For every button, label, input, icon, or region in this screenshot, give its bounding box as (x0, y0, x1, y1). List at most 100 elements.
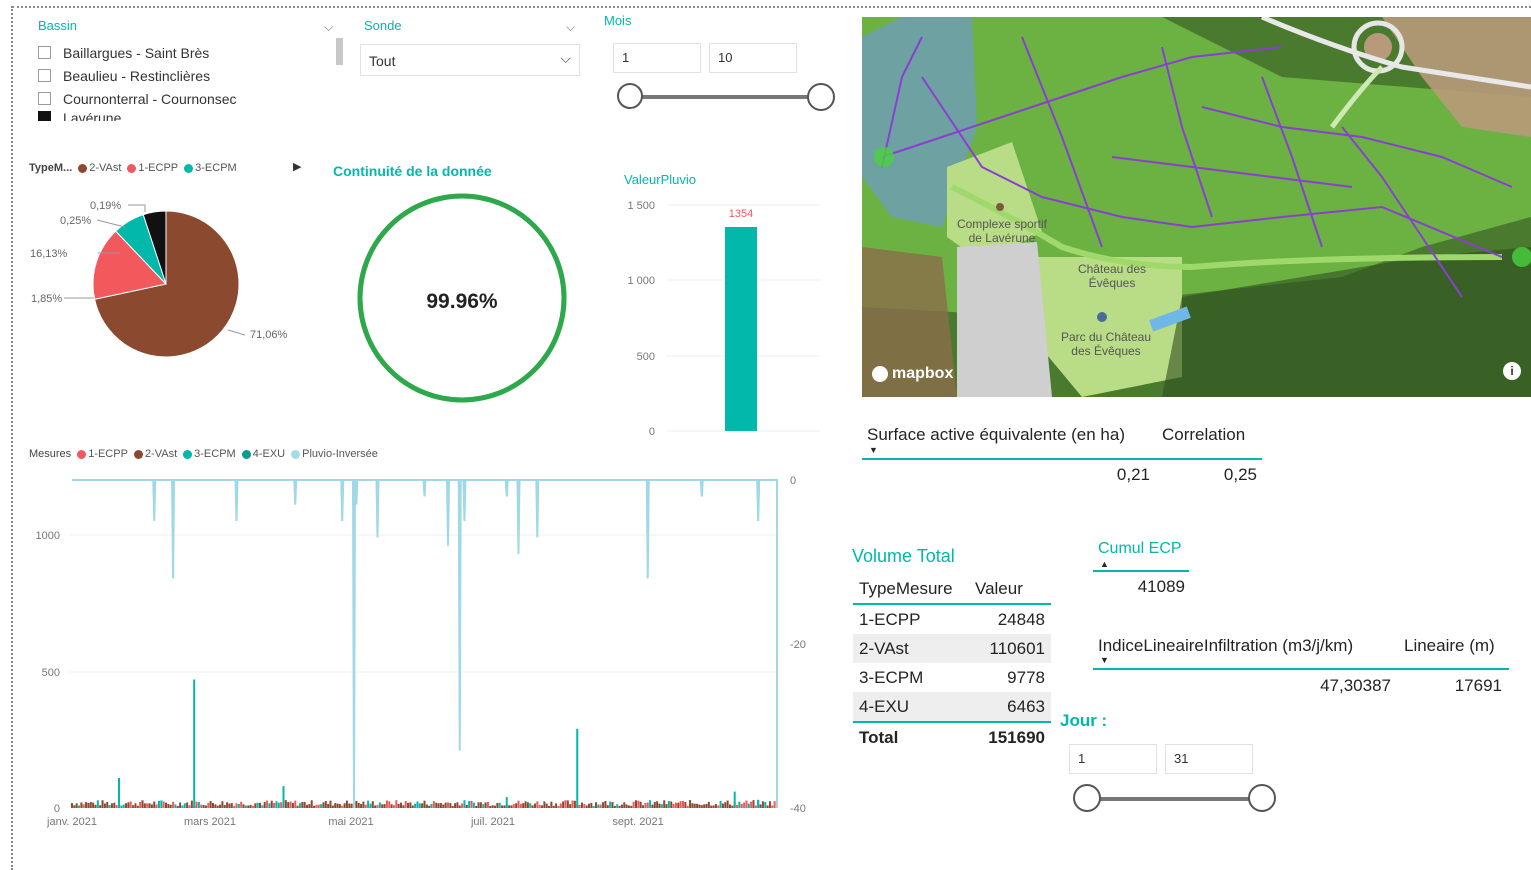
volume-table: TypeMesure Valeur 1-ECPP 24848 2-VAst 11… (853, 574, 1051, 752)
mois-title: Mois (604, 13, 632, 28)
mois-slider-handle-min[interactable] (617, 83, 643, 109)
pie-label-black: 0,25% (60, 215, 91, 227)
correlation-value: 0,25 (1223, 465, 1257, 484)
sonde-dropdown[interactable]: Tout ⌵ (360, 44, 580, 76)
col-header-typemesure[interactable]: TypeMesure (853, 574, 969, 605)
header-divider (862, 458, 1262, 460)
info-icon[interactable]: i (1503, 362, 1521, 380)
chevron-down-icon[interactable]: ⌵ (566, 20, 575, 35)
checkbox[interactable] (38, 46, 51, 59)
sort-ascending-icon[interactable]: ▲ (1100, 559, 1109, 569)
scrollbar[interactable] (336, 38, 343, 65)
legend-label: 1-ECPP (88, 448, 128, 460)
bassin-item-label: Lavérune (63, 109, 122, 122)
bassin-item-label: Beaulieu - Restinclières (63, 67, 211, 84)
header-divider (1093, 570, 1189, 572)
legend-item[interactable]: 4-EXU (241, 448, 286, 460)
sonde-value: Tout (369, 53, 396, 69)
table-row: 3-ECPM 9778 (853, 663, 1051, 692)
legend-item[interactable]: 2-VAst (78, 162, 121, 174)
jour-max-input[interactable]: 31 (1165, 744, 1253, 774)
indice-value: 47,30387 (1320, 676, 1391, 695)
legend-next-arrow-icon[interactable]: ▶ (293, 160, 301, 173)
continuite-value: 99.96% (426, 290, 498, 313)
legend-item[interactable]: 3-ECPM (183, 448, 236, 460)
legend-label: 2-VAst (144, 448, 178, 460)
legend-label: 4-EXU (252, 448, 286, 460)
bassin-item[interactable]: Lavérune (38, 106, 328, 121)
pie-label-vast: 71,06% (250, 329, 288, 341)
y-tick: 1 000 (627, 275, 655, 287)
mapbox-logo: mapbox (872, 365, 953, 383)
mois-min-input[interactable]: 1 (613, 43, 701, 73)
sort-descending-icon[interactable]: ▼ (1100, 655, 1109, 665)
mois-max-input[interactable]: 10 (709, 43, 797, 73)
legend-item[interactable]: Pluvio-Inversée (291, 448, 378, 460)
surface-value: 0,21 (1116, 465, 1150, 484)
map-label: Complexe sportif de Lavérune (956, 217, 1048, 245)
pluvio-bar[interactable] (725, 226, 757, 431)
sort-descending-icon[interactable]: ▼ (869, 445, 878, 455)
x-tick: mars 2021 (184, 816, 236, 828)
legend-label: 2-VAst (89, 162, 122, 174)
checkbox[interactable] (38, 92, 51, 105)
map-visual[interactable]: Complexe sportif de Lavérune Château des… (862, 17, 1531, 397)
jour-slider-handle-min[interactable] (1073, 784, 1101, 812)
lineaire-value: 17691 (1454, 676, 1502, 695)
cell-type: 2-VAst (859, 638, 909, 658)
jour-slider-track[interactable] (1087, 797, 1262, 801)
volume-title: Volume Total (852, 546, 955, 566)
pie-leader-line (96, 219, 126, 228)
jour-slider-handle-max[interactable] (1248, 784, 1276, 812)
bassin-list: Baillargues - Saint Brès Beaulieu - Rest… (38, 41, 328, 121)
y-tick-right: -40 (790, 803, 806, 815)
legend-item[interactable]: 1-ECPP (77, 448, 128, 460)
pie-leader-line (128, 204, 146, 212)
pluvio-bar-chart: 1 500 1 000 500 0 1354 (627, 200, 820, 438)
map-canvas[interactable] (862, 17, 1531, 397)
correlation-header: Correlation (1162, 425, 1246, 444)
bassin-item[interactable]: Baillargues - Saint Brès (38, 41, 328, 64)
pie-label-small: 0,19% (90, 200, 121, 212)
pie-label-ecpp: 16,13% (30, 248, 68, 260)
legend-item[interactable]: 3-ECPM (184, 162, 237, 174)
chevron-down-icon: ⌵ (560, 50, 571, 66)
bassin-item[interactable]: Beaulieu - Restinclières (38, 64, 328, 87)
legend-item[interactable]: 2-VAst (133, 448, 178, 460)
mesures-legend-title: Mesures (29, 448, 72, 460)
sonde-slicer: Sonde ⌵ Tout ⌵ (360, 18, 582, 78)
legend-dot (241, 449, 251, 459)
jour-min-input[interactable]: 1 (1069, 744, 1157, 774)
legend-label: 3-ECPM (195, 162, 237, 174)
checkbox[interactable] (38, 69, 51, 82)
y-tick: 500 (637, 351, 655, 363)
total-value: 151690 (988, 727, 1045, 747)
y-tick-right: -20 (790, 639, 806, 651)
legend-dot (291, 449, 301, 459)
pie-label-ecpm: 1,85% (31, 293, 62, 305)
header-divider (1093, 668, 1509, 670)
map-label: Parc du Château des Évêques (1060, 330, 1152, 358)
legend-item[interactable]: 1-ECPP (127, 162, 178, 174)
y-tick-left: 0 (54, 803, 60, 815)
table-row: 2-VAst 110601 (853, 634, 1051, 663)
legend-label: Pluvio-Inversée (302, 448, 378, 460)
x-tick: mai 2021 (328, 816, 373, 828)
mois-slider-track[interactable] (631, 95, 821, 99)
cell-value: 6463 (1007, 696, 1045, 716)
y-tick: 1 500 (627, 200, 655, 212)
mapbox-brand: mapbox (892, 365, 954, 382)
cell-type: 1-ECPP (859, 609, 921, 629)
checkbox-checked[interactable] (38, 111, 51, 121)
continuite-gauge: 99.96% (357, 193, 567, 403)
report-border-top (12, 6, 1531, 8)
chevron-down-icon[interactable]: ⌵ (324, 20, 333, 35)
report-border-left (11, 6, 13, 870)
mois-slider-handle-max[interactable] (807, 83, 835, 111)
indice-table: IndiceLineaireInfiltration (m3/j/km) Lin… (1093, 634, 1511, 698)
pie-chart: 71,06% 16,13% 1,85% 0,25% 0,19% (30, 200, 288, 358)
pluvio-inverted-line (72, 479, 778, 809)
y-tick: 0 (649, 426, 655, 438)
legend-dot (183, 449, 193, 459)
col-header-valeur[interactable]: Valeur (969, 574, 1051, 605)
